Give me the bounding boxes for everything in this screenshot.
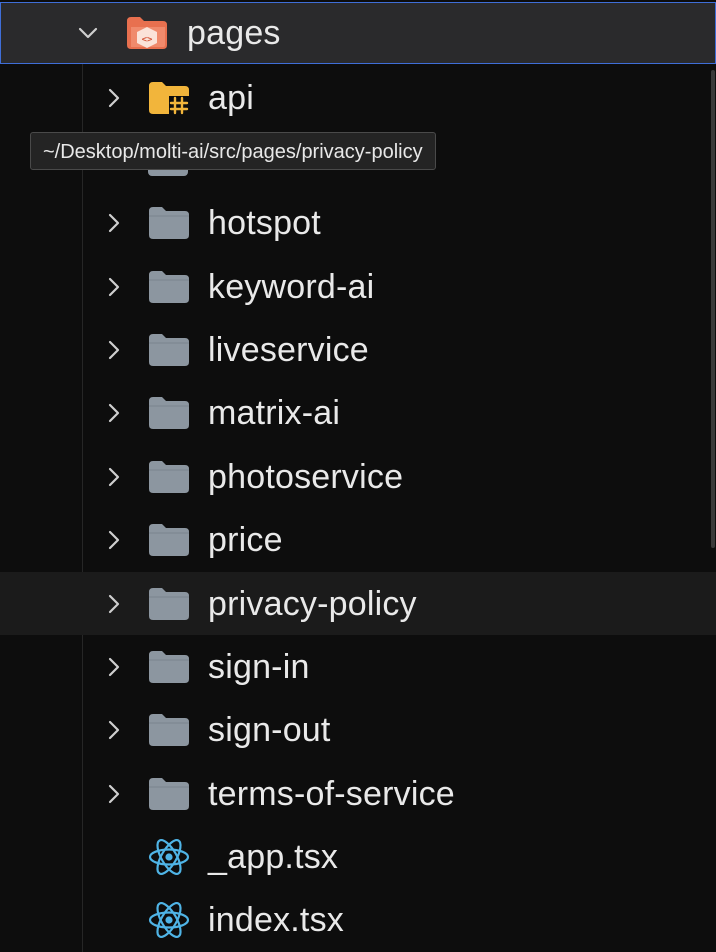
tree-row-sign-out[interactable]: sign-out	[0, 698, 716, 761]
tree-row-label: matrix-ai	[208, 393, 341, 432]
tree-row-label: price	[208, 520, 283, 559]
folder-icon	[148, 460, 190, 494]
tree-row-label: photoservice	[208, 457, 404, 496]
tree-row-privacy-policy[interactable]: privacy-policy	[0, 572, 716, 635]
tree-row-liveservice[interactable]: liveservice	[0, 318, 716, 381]
chevron-right-icon[interactable]	[103, 276, 125, 298]
tree-row-terms-of-service[interactable]: terms-of-service	[0, 762, 716, 825]
api-folder-icon	[148, 81, 190, 115]
folder-icon	[148, 587, 190, 621]
tree-row-label: sign-in	[208, 647, 310, 686]
chevron-right-icon[interactable]	[103, 339, 125, 361]
tree-row-hotspot[interactable]: hotspot	[0, 191, 716, 254]
chevron-right-icon[interactable]	[103, 402, 125, 424]
tree-row-label: terms-of-service	[208, 774, 455, 813]
chevron-right-icon[interactable]	[103, 466, 125, 488]
folder-icon	[148, 396, 190, 430]
tree-row-pages[interactable]: <> pages	[0, 2, 716, 64]
folder-icon	[148, 523, 190, 557]
chevron-right-icon[interactable]	[103, 656, 125, 678]
tree-row-label: liveservice	[208, 330, 369, 369]
tree-row-price[interactable]: price	[0, 508, 716, 571]
folder-icon	[148, 777, 190, 811]
folder-icon	[148, 206, 190, 240]
path-tooltip: ~/Desktop/molti-ai/src/pages/privacy-pol…	[30, 132, 436, 170]
chevron-down-icon[interactable]	[77, 22, 99, 44]
tree-row-index-tsx[interactable]: index.tsx	[0, 888, 716, 951]
svg-text:<>: <>	[142, 35, 153, 45]
tree-row-keyword-ai[interactable]: keyword-ai	[0, 255, 716, 318]
folder-icon	[148, 713, 190, 747]
file-explorer-tree: <> pages api consultant	[0, 0, 716, 952]
react-icon	[148, 900, 190, 940]
tree-row-label: sign-out	[208, 710, 331, 749]
chevron-right-icon[interactable]	[103, 783, 125, 805]
folder-icon	[148, 650, 190, 684]
tree-row-app-tsx[interactable]: _app.tsx	[0, 825, 716, 888]
tree-row-matrix-ai[interactable]: matrix-ai	[0, 381, 716, 444]
chevron-right-icon[interactable]	[103, 719, 125, 741]
tree-row-sign-in[interactable]: sign-in	[0, 635, 716, 698]
tree-row-label: hotspot	[208, 203, 321, 242]
tree-row-label: index.tsx	[208, 900, 344, 939]
tree-row-label: _app.tsx	[208, 837, 339, 876]
tree-row-label: privacy-policy	[208, 584, 417, 623]
chevron-right-icon[interactable]	[103, 87, 125, 109]
folder-icon	[148, 270, 190, 304]
scrollbar-thumb[interactable]	[711, 70, 715, 548]
chevron-right-icon[interactable]	[103, 529, 125, 551]
chevron-right-icon[interactable]	[103, 593, 125, 615]
tree-row-label: pages	[187, 14, 281, 52]
pages-folder-icon: <>	[125, 15, 169, 51]
react-icon	[148, 837, 190, 877]
tree-row-photoservice[interactable]: photoservice	[0, 445, 716, 508]
tree-row-api[interactable]: api	[0, 66, 716, 129]
chevron-right-icon[interactable]	[103, 212, 125, 234]
folder-icon	[148, 333, 190, 367]
tree-row-label: keyword-ai	[208, 267, 375, 306]
tree-row-label: api	[208, 78, 254, 117]
